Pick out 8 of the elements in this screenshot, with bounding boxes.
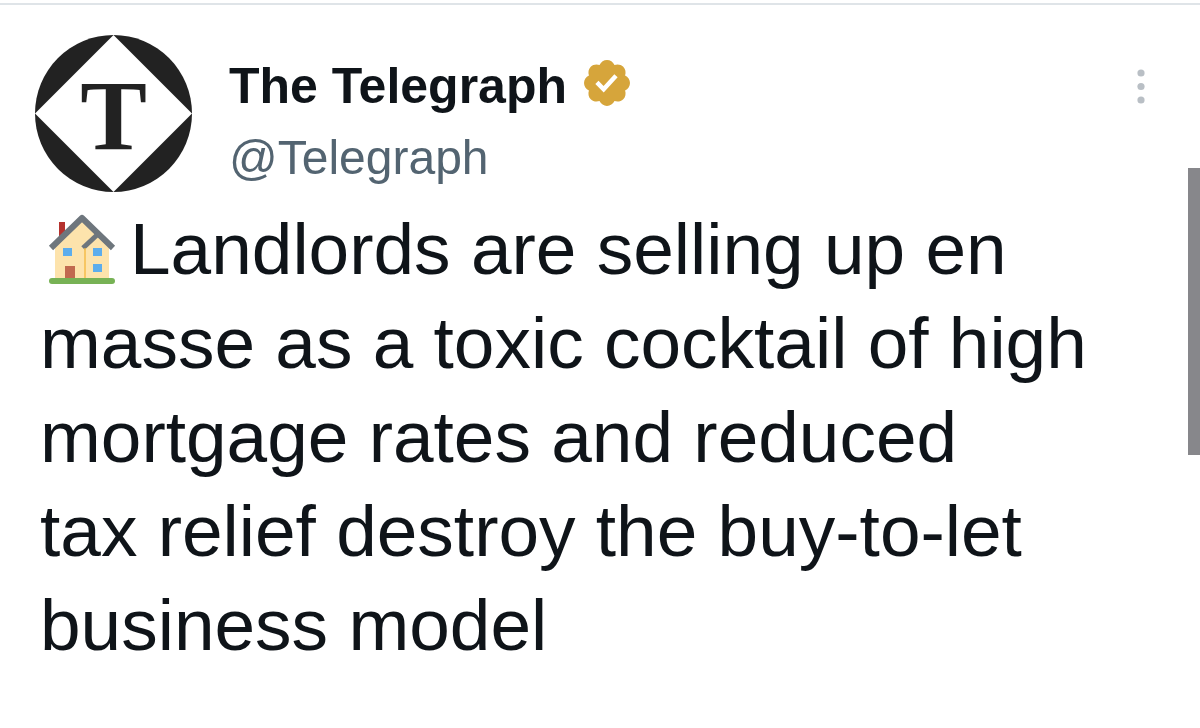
tweet-text: Landlords are selling up en masse as a toxic cocktail of high mortgage rates and reduced tax relief destroy the buy-to-let business model xyxy=(40,207,1088,667)
avatar-letter: T xyxy=(80,65,147,166)
author-handle[interactable]: @Telegraph xyxy=(229,130,630,186)
scrollbar-thumb[interactable] xyxy=(1188,168,1200,455)
avatar[interactable]: T xyxy=(35,35,192,192)
author-name[interactable]: The Telegraph xyxy=(229,56,567,116)
house-icon xyxy=(47,212,117,286)
more-icon[interactable] xyxy=(1137,69,1145,104)
